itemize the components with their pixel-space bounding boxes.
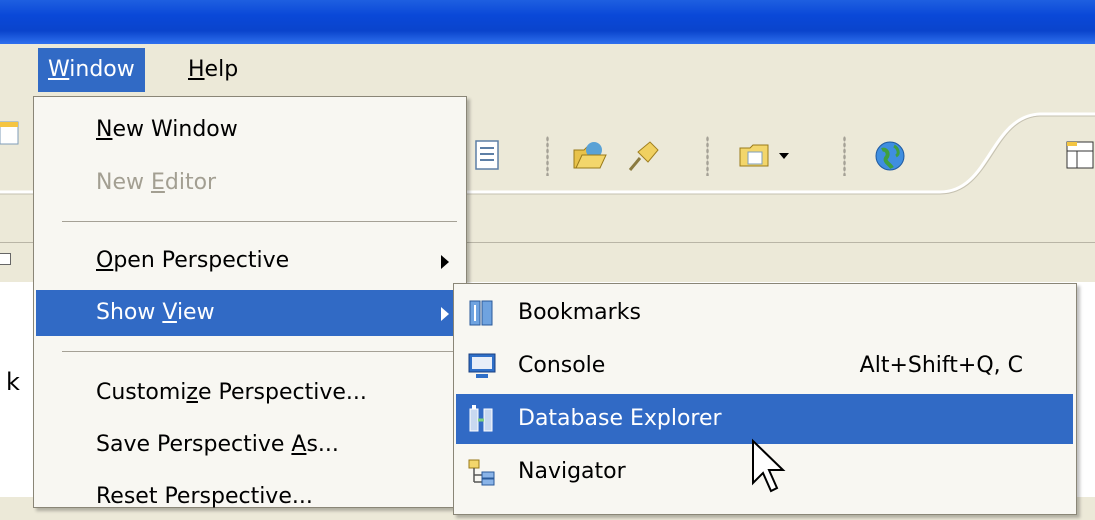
menu-help[interactable]: Help — [178, 48, 248, 92]
menu-item-label: Show — [96, 300, 163, 325]
submenu-item-label: Bookmarks — [518, 300, 641, 325]
perspective-icon[interactable] — [1063, 138, 1095, 174]
task-list-icon[interactable] — [470, 138, 506, 174]
menu-item-label: Save Perspective — [96, 432, 292, 457]
submenu-item-console[interactable]: Console Alt+Shift+Q, C — [456, 341, 1073, 391]
new-folder-icon[interactable] — [738, 138, 774, 174]
menu-item-show-view[interactable]: Show View — [36, 290, 463, 336]
shortcut-label: Alt+Shift+Q, C — [859, 353, 1023, 378]
menu-item-label: ditor — [164, 170, 217, 195]
open-folder-icon[interactable] — [572, 138, 608, 174]
window-title-bar[interactable] — [0, 0, 1095, 44]
navigator-icon — [468, 459, 495, 486]
menu-item-label: New — [96, 170, 151, 195]
accelerator: E — [150, 170, 165, 195]
menu-separator — [62, 221, 457, 222]
database-explorer-icon — [469, 405, 493, 432]
menu-item-customize-perspective[interactable]: Customize Perspective... — [36, 370, 463, 416]
menu-window[interactable]: Window — [38, 48, 145, 92]
menu-item-open-perspective[interactable]: Open Perspective — [36, 238, 463, 284]
menu-item-new-window[interactable]: New Window — [36, 107, 463, 153]
menu-help-accelerator: H — [188, 57, 205, 82]
menu-item-label: pen Perspective — [113, 248, 290, 273]
window-menu-dropdown: New Window New Editor Open Perspective S… — [33, 96, 467, 509]
menu-item-label: s... — [306, 432, 339, 457]
toolbar-separator — [546, 136, 549, 176]
menu-bar: Window Help — [0, 44, 1095, 96]
menu-window-label: indow — [69, 57, 135, 82]
submenu-arrow-icon — [441, 255, 449, 269]
bookmarks-icon — [469, 300, 493, 326]
submenu-item-label: Console — [518, 353, 606, 378]
menu-item-save-perspective[interactable]: Save Perspective As... — [36, 422, 463, 468]
menu-separator — [62, 351, 457, 352]
menu-item-label: e Perspective... — [197, 380, 367, 405]
submenu-item-bookmarks[interactable]: Bookmarks — [456, 288, 1073, 338]
submenu-item-label: Navigator — [518, 459, 626, 484]
menu-item-label: Customi — [96, 380, 187, 405]
menu-item-label: ew Window — [112, 117, 238, 142]
toolbar-separator — [706, 136, 709, 176]
accelerator: O — [96, 248, 114, 273]
accelerator: z — [186, 380, 198, 405]
toolbar-separator — [843, 136, 846, 176]
mouse-cursor-icon — [752, 438, 786, 493]
menu-help-label: elp — [204, 57, 239, 82]
accelerator: N — [96, 117, 113, 142]
menu-item-label: iew — [176, 300, 215, 325]
background-text: k — [6, 368, 20, 396]
view-tab-control[interactable] — [0, 253, 11, 265]
menu-window-accelerator: W — [48, 57, 70, 82]
chevron-down-icon[interactable] — [776, 148, 792, 164]
globe-icon[interactable] — [872, 138, 908, 174]
accelerator: V — [162, 300, 177, 325]
accelerator: A — [291, 432, 307, 457]
submenu-arrow-icon — [441, 307, 449, 321]
pin-icon[interactable] — [626, 138, 662, 174]
submenu-item-label: Database Explorer — [518, 406, 722, 431]
menu-item-reset-perspective[interactable]: Reset Perspective... — [36, 474, 463, 520]
menu-item-new-editor: New Editor — [36, 160, 463, 206]
edit-icon[interactable] — [0, 116, 20, 152]
console-icon — [468, 353, 496, 378]
